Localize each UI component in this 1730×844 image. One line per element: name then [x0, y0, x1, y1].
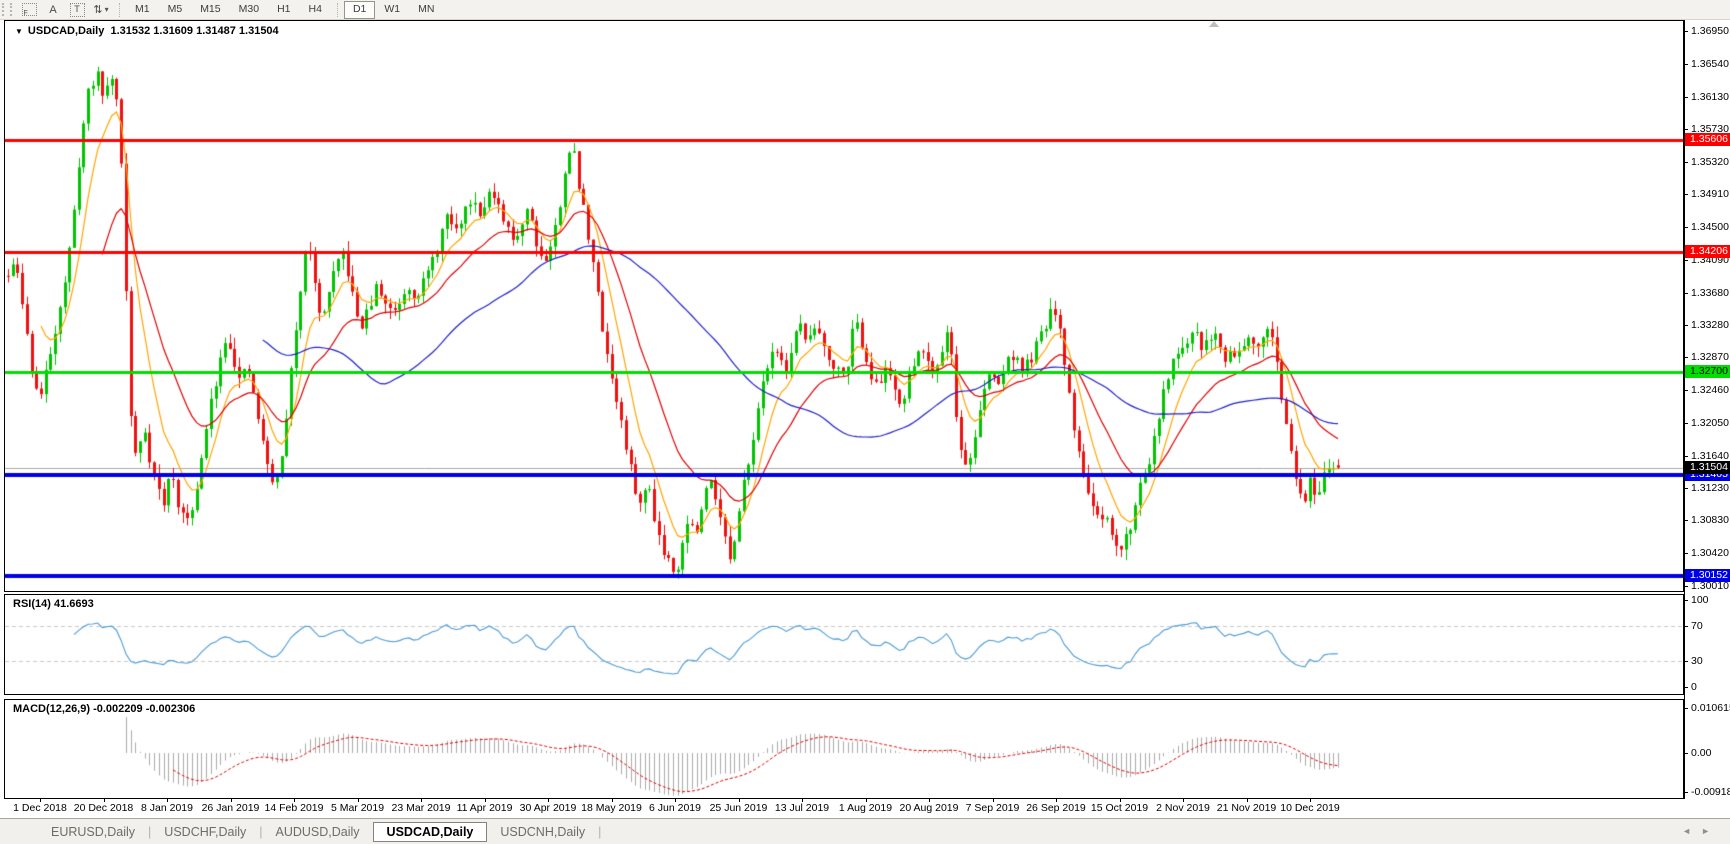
price-tick: 1.30420: [1691, 547, 1729, 559]
chart-shift-marker[interactable]: [1209, 21, 1219, 27]
arrows-icon[interactable]: ⇅▾: [91, 2, 111, 17]
chart-tab-bar: ◄► EURUSD,Daily|USDCHF,Daily|AUDUSD,Dail…: [0, 818, 1730, 844]
date-label: 23 Mar 2019: [392, 802, 451, 814]
rsi-canvas[interactable]: [5, 595, 1683, 694]
dropdown-caret-icon[interactable]: ▾: [105, 5, 109, 14]
date-label: 15 Oct 2019: [1091, 802, 1148, 814]
price-axis: 1.369501.365401.361301.357301.353201.349…: [1684, 20, 1730, 799]
price-tick: 1.33680: [1691, 287, 1729, 299]
timeframe-button-H4[interactable]: H4: [300, 1, 331, 19]
tab-scroll-right-icon: ►: [1701, 826, 1720, 836]
text-icon[interactable]: A: [43, 2, 63, 17]
rsi-label: RSI(14) 41.6693: [13, 598, 94, 610]
tab-scroll-left-icon: ◄: [1682, 826, 1701, 836]
rsi-tick: 30: [1691, 655, 1703, 667]
price-tick: 1.36950: [1691, 25, 1729, 37]
price-tick: 1.34910: [1691, 188, 1729, 200]
date-label: 21 Nov 2019: [1217, 802, 1277, 814]
date-label: 30 Apr 2019: [520, 802, 577, 814]
timeframe-button-M30[interactable]: M30: [230, 1, 268, 19]
chart-title: ▼USDCAD,Daily 1.31532 1.31609 1.31487 1.…: [15, 25, 279, 37]
rsi-tick: 100: [1691, 594, 1709, 606]
tab-scroll-arrows[interactable]: ◄►: [1682, 826, 1720, 836]
toolbar-separator: [119, 3, 120, 17]
date-label: 8 Jan 2019: [141, 802, 193, 814]
date-label: 26 Jan 2019: [202, 802, 260, 814]
date-label: 25 Jun 2019: [710, 802, 768, 814]
date-label: 1 Aug 2019: [839, 802, 892, 814]
date-label: 11 Apr 2019: [457, 802, 513, 814]
macd-label: MACD(12,26,9) -0.002209 -0.002306: [13, 703, 195, 715]
price-tick: 1.31230: [1691, 482, 1729, 494]
rsi-tick: 70: [1691, 620, 1703, 632]
date-axis: 1 Dec 2018 20 Dec 2018 8 Jan 2019 26 Jan 20…: [4, 799, 1684, 818]
date-label: 2 Nov 2019: [1156, 802, 1210, 814]
timeframe-button-MN[interactable]: MN: [409, 1, 443, 19]
date-label: 14 Feb 2019: [265, 802, 324, 814]
macd-values: -0.002209 -0.002306: [93, 703, 195, 715]
timeframe-button-H1[interactable]: H1: [268, 1, 299, 19]
collapse-icon[interactable]: ▼: [15, 27, 23, 36]
timeframe-button-D1[interactable]: D1: [344, 1, 375, 19]
price-tick: 1.33280: [1691, 319, 1729, 331]
date-label: 20 Dec 2018: [74, 802, 134, 814]
macd-tick: -0.009181: [1691, 786, 1730, 798]
date-label: 20 Aug 2019: [900, 802, 959, 814]
price-tick: 1.36540: [1691, 58, 1729, 70]
date-label: 7 Sep 2019: [966, 802, 1020, 814]
hline-price-label: 1.34206: [1685, 245, 1730, 258]
macd-panel: MACD(12,26,9) -0.002209 -0.002306: [4, 699, 1684, 799]
date-label: 26 Sep 2019: [1026, 802, 1086, 814]
text-label-icon[interactable]: T: [67, 2, 87, 17]
timeframe-button-M1[interactable]: M1: [126, 1, 159, 19]
price-tick: 1.36130: [1691, 91, 1729, 103]
timeframe-button-M15[interactable]: M15: [191, 1, 229, 19]
hline-price-label: 1.32700: [1685, 365, 1730, 378]
rsi-tick: 0: [1691, 681, 1697, 693]
candlestick-canvas[interactable]: [5, 21, 1683, 591]
macd-tick: 0.010615: [1691, 702, 1730, 714]
tab-eurusd[interactable]: EURUSD,Daily: [38, 822, 148, 842]
price-tick: 1.32050: [1691, 417, 1729, 429]
tab-divider: |: [598, 825, 601, 839]
price-tick: 1.35320: [1691, 156, 1729, 168]
macd-canvas[interactable]: [5, 700, 1683, 798]
date-label: 6 Jun 2019: [649, 802, 701, 814]
timeframe-group: M1M5M15M30H1H4 D1W1MN: [126, 1, 443, 19]
chart-ohlc: 1.31532 1.31609 1.31487 1.31504: [110, 25, 278, 37]
price-tick: 1.30830: [1691, 514, 1729, 526]
price-tick: 1.32870: [1691, 351, 1729, 363]
last-price-label: 1.31504: [1685, 461, 1730, 474]
timeframe-button-M5[interactable]: M5: [159, 1, 192, 19]
date-label: 10 Dec 2019: [1280, 802, 1340, 814]
price-tick: 1.32460: [1691, 384, 1729, 396]
top-toolbar: F A T ⇅▾ M1M5M15M30H1H4 D1W1MN: [0, 0, 1730, 20]
price-tick: 1.30010: [1691, 580, 1729, 592]
hline-price-label: 1.35606: [1685, 133, 1730, 146]
tab-usdcnh[interactable]: USDCNH,Daily: [487, 822, 598, 842]
price-tick: 1.34500: [1691, 221, 1729, 233]
main-chart-panel: ▼USDCAD,Daily 1.31532 1.31609 1.31487 1.…: [4, 20, 1684, 592]
tab-usdcad[interactable]: USDCAD,Daily: [373, 822, 488, 842]
rsi-panel: RSI(14) 41.6693: [4, 594, 1684, 695]
fibonacci-icon[interactable]: F: [19, 2, 39, 17]
date-label: 1 Dec 2018: [13, 802, 67, 814]
date-label: 13 Jul 2019: [775, 802, 829, 814]
date-label: 18 May 2019: [581, 802, 642, 814]
hline-price-label: 1.30152: [1685, 569, 1730, 582]
tab-audusd[interactable]: AUDUSD,Daily: [263, 822, 373, 842]
macd-tick: 0.00: [1691, 747, 1711, 759]
toolbar-drag-handle[interactable]: [2, 3, 12, 16]
rsi-value: 41.6693: [54, 598, 94, 610]
date-label: 5 Mar 2019: [331, 802, 384, 814]
tab-usdchf[interactable]: USDCHF,Daily: [151, 822, 259, 842]
timeframe-button-W1[interactable]: W1: [375, 1, 409, 19]
